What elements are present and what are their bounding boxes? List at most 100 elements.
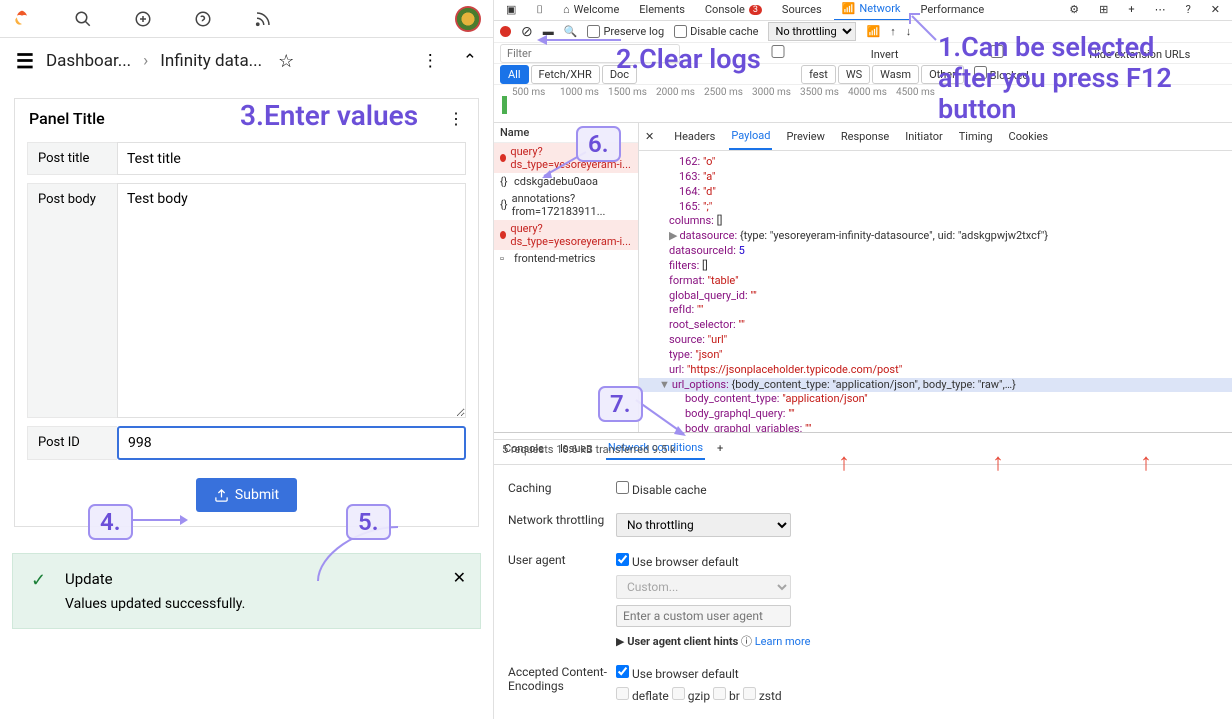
network-conditions: Caching Disable cache Network throttling… (494, 465, 1232, 719)
grafana-logo-icon (12, 9, 32, 29)
pill-wasm[interactable]: Wasm (872, 65, 919, 84)
breadcrumb: ☰ Dashboar... › Infinity data... ☆ ⋮ ⌃ (0, 38, 493, 84)
pill-fest[interactable]: fest (801, 65, 836, 84)
dtab-payload[interactable]: Payload (729, 123, 772, 150)
upload-icon[interactable]: ↑ (890, 25, 896, 38)
search-icon[interactable] (74, 10, 92, 28)
add-icon[interactable] (134, 10, 152, 28)
chevron-up-icon[interactable]: ⌃ (463, 51, 477, 71)
filter-input[interactable] (500, 44, 680, 63)
tab-performance[interactable]: Performance (913, 0, 993, 20)
throttling-select[interactable]: No throttling (768, 22, 856, 41)
search-icon[interactable]: 🔍 (564, 25, 578, 38)
pill-all[interactable]: All (500, 65, 529, 84)
menu-icon[interactable]: ☰ (16, 49, 34, 73)
dtab-response[interactable]: Response (839, 124, 891, 149)
network-toolbar: ⊘ ▬ 🔍 Preserve log Disable cache No thro… (494, 21, 1232, 44)
disable-cache-setting[interactable]: Disable cache (616, 483, 707, 497)
devtools-tabs: ▣ ⌷ ⌂ Welcome Elements Console 3 Sources… (494, 0, 1232, 21)
request-header: Name (494, 123, 638, 143)
post-body-input[interactable] (117, 183, 466, 418)
device-icon[interactable]: ⌷ (528, 0, 551, 21)
ua-custom-select: Custom... (616, 575, 791, 599)
learn-more-link[interactable]: Learn more (755, 635, 811, 648)
alert-title: Update (31, 570, 462, 588)
tab-welcome[interactable]: ⌂ Welcome (555, 0, 627, 20)
user-avatar[interactable] (455, 6, 481, 32)
dtab-cookies[interactable]: Cookies (1007, 124, 1050, 149)
dtab-initiator[interactable]: Initiator (903, 124, 945, 149)
rss-icon[interactable] (254, 10, 272, 28)
request-row[interactable]: query?ds_type=yesoreyeram-i... (494, 143, 638, 173)
request-row[interactable]: {}cdskgadebu0aoa (494, 173, 638, 190)
post-id-label: Post ID (27, 426, 117, 460)
timeline[interactable]: 500 ms 1000 ms 1500 ms 2000 ms 2500 ms 3… (494, 85, 1232, 123)
help-icon[interactable]: ? (1178, 0, 1199, 20)
star-icon[interactable]: ☆ (278, 51, 294, 72)
pill-fetch[interactable]: Fetch/XHR (531, 65, 600, 84)
dock-icon[interactable]: ⊞ (1091, 0, 1116, 20)
throttle-select[interactable]: No throttling (616, 513, 791, 537)
close-icon[interactable]: ✕ (645, 130, 654, 143)
alert-message: Values updated successfully. (31, 596, 462, 612)
record-icon[interactable] (500, 26, 511, 37)
post-title-label: Post title (27, 142, 117, 175)
panel: Panel Title ⋮ Post title Post body Post … (14, 98, 479, 527)
invert-checkbox[interactable]: Invert (688, 45, 899, 61)
close-icon[interactable]: ✕ (453, 568, 466, 587)
blocked-checkbox[interactable]: Blocked (974, 66, 1029, 82)
preserve-log-checkbox[interactable]: Preserve log (587, 25, 664, 38)
request-detail: ✕ Headers Payload Preview Response Initi… (639, 123, 1232, 432)
ua-custom-input (616, 605, 791, 627)
timeline-bar (502, 96, 507, 114)
devtools-panel: ▣ ⌷ ⌂ Welcome Elements Console 3 Sources… (494, 0, 1232, 719)
breadcrumb-current[interactable]: Infinity data... (160, 51, 262, 71)
add-tab-icon[interactable]: + (1120, 0, 1142, 20)
post-id-input[interactable] (117, 426, 466, 460)
filter-toggle-icon[interactable]: ▬ (543, 25, 554, 38)
request-row[interactable]: query?ds_type=yesoreyeram-i... (494, 220, 638, 250)
pill-other[interactable]: Other (921, 65, 964, 84)
disable-cache-checkbox[interactable]: Disable cache (674, 25, 758, 38)
type-pills: All Fetch/XHR Doc fest WS Wasm Other Blo… (494, 64, 1232, 85)
tab-sources[interactable]: Sources (774, 0, 830, 20)
tab-elements[interactable]: Elements (631, 0, 693, 20)
grafana-panel: ☰ Dashboar... › Infinity data... ☆ ⋮ ⌃ P… (0, 0, 494, 719)
settings-icon[interactable]: ⚙ (1061, 0, 1087, 20)
upload-icon (214, 488, 229, 503)
wifi-icon[interactable]: 📶 (866, 25, 880, 38)
tab-network[interactable]: 📶 Network (834, 0, 909, 21)
request-row[interactable]: {}annotations?from=172183911... (494, 190, 638, 220)
request-row[interactable]: ▫frontend-metrics (494, 250, 638, 267)
check-icon: ✓ (31, 570, 46, 591)
panel-form: Post title Post body Post ID Submit (15, 138, 478, 526)
more-icon[interactable]: ⋮ (422, 51, 439, 71)
more-icon[interactable]: ⋯ (1147, 0, 1174, 20)
dtab-timing[interactable]: Timing (957, 124, 995, 149)
help-icon[interactable] (194, 10, 212, 28)
pill-ws[interactable]: WS (838, 65, 870, 84)
inspect-icon[interactable]: ▣ (498, 0, 524, 20)
panel-more-icon[interactable]: ⋮ (448, 109, 464, 128)
dtab-headers[interactable]: Headers (672, 124, 717, 149)
post-body-label: Post body (27, 183, 117, 418)
dtab-preview[interactable]: Preview (784, 124, 826, 149)
close-devtools-icon[interactable]: ✕ (1203, 0, 1228, 20)
request-list: Name query?ds_type=yesoreyeram-i... {}cd… (494, 123, 639, 432)
post-title-input[interactable] (117, 142, 466, 175)
breadcrumb-separator: › (143, 51, 148, 71)
download-icon[interactable]: ↓ (906, 25, 912, 38)
update-alert: ✓ Update Values updated successfully. ✕ (12, 553, 481, 629)
submit-button[interactable]: Submit (196, 478, 297, 512)
clear-icon[interactable]: ⊘ (521, 24, 533, 40)
add-btab-icon[interactable]: + (717, 442, 723, 455)
tab-console[interactable]: Console 3 (697, 0, 770, 20)
pill-doc[interactable]: Doc (602, 65, 637, 84)
payload-tree[interactable]: 162: "o" 163: "a" 164: "d" 165: ";" colu… (639, 151, 1232, 432)
acc-default-checkbox[interactable]: Use browser default (616, 667, 739, 681)
ua-default-checkbox[interactable]: Use browser default (616, 555, 739, 569)
breadcrumb-root[interactable]: Dashboar... (46, 51, 131, 71)
filter-bar: Invert Hide extension URLs (494, 43, 1232, 64)
hide-ext-checkbox[interactable]: Hide extension URLs (907, 45, 1191, 61)
network-body: Name query?ds_type=yesoreyeram-i... {}cd… (494, 123, 1232, 433)
